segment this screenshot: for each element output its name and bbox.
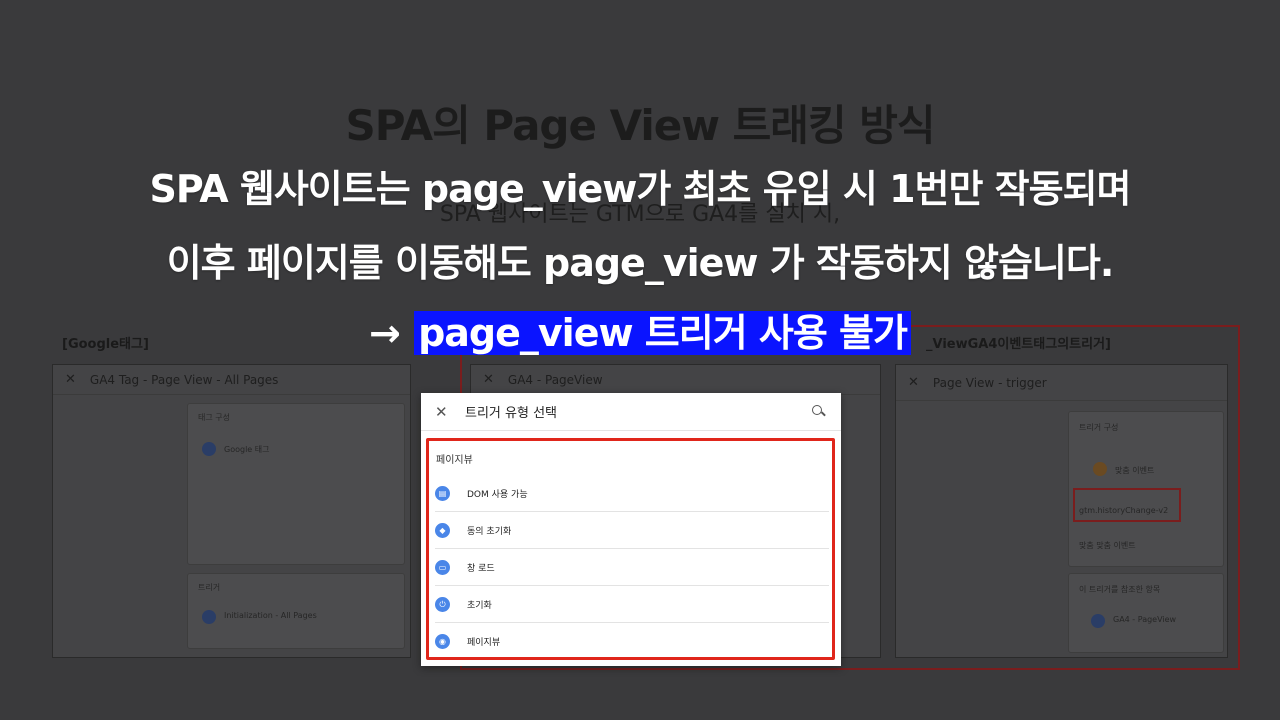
pageview-section-outline: 페이지뷰 ▤ DOM 사용 가능 ◆ 동의 초기화 ▭ 창 로드 ⏻ 초기화 ◉…	[426, 438, 835, 660]
dialog-title: 트리거 유형 선택	[465, 406, 557, 421]
event-name-value: gtm.historyChange-v2	[1079, 506, 1169, 515]
option-label: 초기화	[467, 600, 492, 611]
option-label: 페이지뷰	[467, 638, 501, 648]
linked-items-card: 이 트리거를 참조한 항목 GA4 - PageView	[1068, 573, 1224, 653]
tag-config-card: 태그 구성 Google 태그	[187, 403, 405, 565]
section-heading: 페이지뷰	[436, 455, 473, 466]
dialog-header: ✕ 트리거 유형 선택	[421, 393, 841, 431]
option-label: DOM 사용 가능	[467, 489, 528, 500]
arrow-icon: →	[369, 311, 401, 355]
trigger-name: Initialization - All Pages	[224, 611, 317, 620]
linked-tag-name: GA4 - PageView	[1113, 615, 1177, 624]
trigger-card: 트리거 Initialization - All Pages	[187, 573, 405, 649]
option-label: 동의 초기화	[467, 526, 512, 537]
conclusion-line: → page_view 트리거 사용 불가	[0, 302, 1280, 357]
left-panel-title: GA4 Tag - Page View - All Pages	[89, 372, 279, 387]
headline-line-2: 이후 페이지를 이동해도 page_view 가 작동하지 않습니다.	[166, 241, 1115, 285]
trigger-type-name: 맞춤 이벤트	[1115, 466, 1155, 475]
shield-icon: ◆	[435, 522, 450, 538]
search-icon[interactable]	[811, 404, 827, 420]
linked-items-heading: 이 트리거를 참조한 항목	[1079, 585, 1161, 594]
trigger-option-window-loaded[interactable]: ▭ 창 로드	[435, 549, 829, 586]
tag-type-name: Google 태그	[224, 445, 270, 454]
power-icon: ⏻	[435, 596, 450, 612]
trigger-option-initialization[interactable]: ⏻ 초기화	[435, 586, 829, 623]
trigger-heading: 트리거	[198, 583, 221, 592]
trigger-config-heading: 트리거 구성	[1079, 423, 1119, 432]
conclusion-highlight: page_view 트리거 사용 불가	[414, 311, 911, 355]
eye-icon: ◉	[435, 634, 450, 649]
option-label: 창 로드	[467, 563, 495, 574]
match-label: 맞춤 맞춤 이벤트	[1079, 541, 1136, 550]
window-icon: ▭	[435, 559, 450, 575]
trigger-option-consent-init[interactable]: ◆ 동의 초기화	[435, 512, 829, 549]
trigger-option-dom-ready[interactable]: ▤ DOM 사용 가능	[435, 475, 829, 512]
trigger-option-page-view[interactable]: ◉ 페이지뷰	[435, 623, 829, 660]
slide-title: SPA의 Page View 트래킹 방식	[345, 101, 935, 150]
event-name-outline	[1073, 488, 1181, 522]
left-tag-panel: ✕ GA4 Tag - Page View - All Pages 태그 구성 …	[52, 364, 411, 658]
trigger-icon	[202, 610, 216, 624]
close-icon[interactable]: ✕	[435, 403, 465, 421]
trigger-config-card: 트리거 구성 맞춤 이벤트 gtm.historyChange-v2 맞춤 맞춤…	[1068, 411, 1224, 567]
right-trigger-panel: ✕ Page View - trigger 트리거 구성 맞춤 이벤트 gtm.…	[895, 364, 1228, 658]
tag-type-icon	[202, 442, 216, 456]
document-icon: ▤	[435, 485, 450, 501]
headline-line-1: SPA 웹사이트는 page_view가 최초 유입 시 1번만 작동되며	[149, 167, 1132, 211]
close-icon[interactable]: ✕	[908, 375, 919, 390]
close-icon[interactable]: ✕	[65, 372, 76, 387]
linked-tag-icon	[1091, 614, 1105, 628]
trigger-type-dialog: ✕ 트리거 유형 선택 페이지뷰 ▤ DOM 사용 가능 ◆ 동의 초기화 ▭ …	[421, 393, 841, 666]
tag-config-heading: 태그 구성	[198, 413, 230, 422]
custom-event-icon	[1093, 462, 1107, 476]
right-panel-title: Page View - trigger	[932, 375, 1047, 390]
